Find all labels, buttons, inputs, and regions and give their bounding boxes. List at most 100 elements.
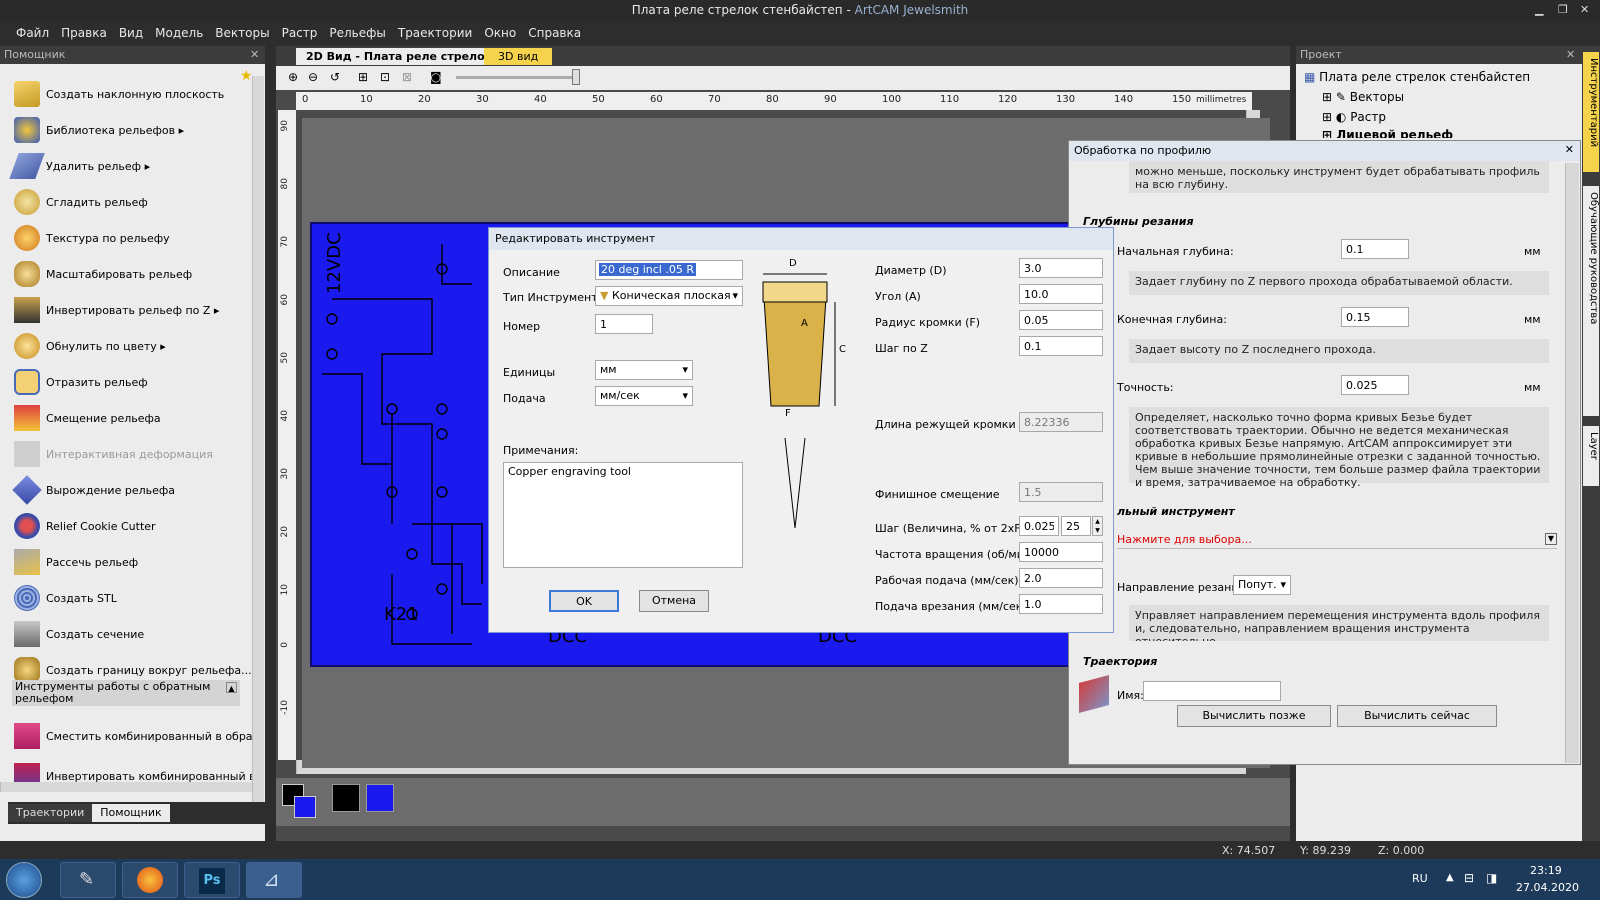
taskbar-photoshop[interactable]: Ps (184, 862, 240, 898)
network-icon[interactable]: ⊟ (1464, 871, 1474, 885)
menu-model[interactable]: Модель (149, 22, 209, 40)
stepdown-input[interactable] (1019, 336, 1103, 356)
list-item[interactable]: Сместить комбинированный в обратный (0, 718, 252, 754)
project-tree-item-relief[interactable]: ⊞ Лицевой рельеф (1322, 128, 1453, 138)
plunge-rate-input[interactable] (1019, 594, 1103, 614)
number-input[interactable] (595, 314, 653, 334)
units-select[interactable]: мм (595, 360, 693, 380)
taskbar-artcam[interactable]: ⊿ (246, 862, 302, 898)
menu-window[interactable]: Окно (478, 22, 522, 40)
menu-reliefs[interactable]: Рельефы (323, 22, 391, 40)
clock-time[interactable]: 23:19 (1530, 864, 1562, 877)
start-button[interactable] (6, 862, 42, 898)
toolpath-name-input[interactable] (1143, 681, 1281, 701)
ok-button[interactable]: OK (549, 590, 619, 612)
taskbar-notepad[interactable]: ✎ (60, 862, 116, 898)
close-icon[interactable]: ✕ (1566, 48, 1575, 61)
radius-marker: F (785, 408, 791, 419)
menu-toolpaths[interactable]: Траектории (392, 22, 478, 40)
tolerance-input[interactable] (1341, 375, 1409, 395)
side-tab-tutorials[interactable]: Обучающие руководства (1583, 186, 1599, 416)
menu-help[interactable]: Справка (522, 22, 587, 40)
restore-button[interactable]: ❐ (1558, 3, 1568, 16)
list-item[interactable]: Создать наклонную плоскость (0, 76, 252, 112)
list-item[interactable]: Relief Cookie Cutter (0, 508, 252, 544)
list-item[interactable]: Масштабировать рельеф (0, 256, 252, 292)
taskbar-firefox[interactable] (122, 862, 178, 898)
side-tab-layer[interactable]: Layer (1583, 426, 1599, 486)
collapse-icon[interactable]: ▲ (226, 682, 237, 693)
menu-vectors[interactable]: Векторы (209, 22, 275, 40)
zoom-slider-track[interactable] (456, 76, 576, 79)
tab-2d-view[interactable]: 2D Вид - Плата реле стрелок (296, 48, 503, 65)
start-depth-input[interactable] (1341, 239, 1409, 259)
side-tab-toolbox[interactable]: Инструментарий (1583, 52, 1599, 172)
project-tree-item-vectors[interactable]: ⊞ ✎ Векторы (1322, 90, 1404, 104)
clock-date[interactable]: 27.04.2020 (1516, 881, 1579, 894)
zoom-fit-icon[interactable]: ⊡ (380, 70, 390, 84)
end-depth-input[interactable] (1341, 307, 1409, 327)
tab-3d-view[interactable]: 3D вид (484, 48, 553, 65)
assistant-hscrollbar[interactable] (0, 782, 252, 792)
group-header[interactable]: Инструменты работы с обратным рельефом ▲ (12, 680, 240, 706)
list-item[interactable]: Отразить рельеф (0, 364, 252, 400)
tray-expand-icon[interactable]: ▲ (1446, 872, 1454, 883)
secondary-color-swatch[interactable] (294, 796, 316, 818)
menu-file[interactable]: Файл (10, 22, 55, 40)
menu-edit[interactable]: Правка (55, 22, 113, 40)
calculate-now-button[interactable]: Вычислить сейчас (1337, 705, 1497, 727)
list-item[interactable]: Удалить рельеф ▸ (0, 148, 252, 184)
list-item[interactable]: Инвертировать рельеф по Z ▸ (0, 292, 252, 328)
list-item[interactable]: Обнулить по цвету ▸ (0, 328, 252, 364)
zoom-out-icon[interactable]: ⊖ (308, 70, 318, 84)
cancel-button[interactable]: Отмена (639, 590, 709, 612)
list-item[interactable]: Смещение рельефа (0, 400, 252, 436)
notes-textarea[interactable]: Copper engraving tool (503, 462, 743, 568)
profile-scrollbar[interactable] (1565, 163, 1579, 763)
list-item[interactable]: Текстура по рельефу (0, 220, 252, 256)
snapshot-icon[interactable]: ◙ (430, 70, 442, 84)
angle-input[interactable] (1019, 284, 1103, 304)
menu-view[interactable]: Вид (113, 22, 149, 40)
list-item[interactable]: Рассечь рельеф (0, 544, 252, 580)
close-icon[interactable]: ✕ (250, 48, 259, 61)
list-item[interactable]: Создать STL (0, 580, 252, 616)
select-tool-link[interactable]: Нажмите для выбора... (1117, 529, 1557, 549)
zoom-in-icon[interactable]: ⊕ (288, 70, 298, 84)
tip-radius-input[interactable] (1019, 310, 1103, 330)
expand-icon[interactable]: ▼ (1545, 533, 1557, 545)
stepover-spinner-icon[interactable]: ▲ ▼ (1092, 516, 1103, 536)
volume-icon[interactable]: ◨ (1486, 871, 1497, 885)
color-swatch-black[interactable] (332, 784, 360, 812)
feed-rate-input[interactable] (1019, 568, 1103, 588)
close-icon[interactable]: ✕ (1565, 143, 1574, 156)
tool-type-select[interactable]: ▼ Коническая плоская (595, 286, 743, 306)
tab-assistant[interactable]: Помощник (92, 804, 170, 822)
zoom-previous-icon[interactable]: ↺ (330, 70, 340, 84)
smooth-relief-icon (14, 189, 40, 215)
spindle-speed-input[interactable] (1019, 542, 1103, 562)
project-tree-root[interactable]: ▦ Плата реле стрелок стенбайстеп (1304, 70, 1530, 84)
zoom-box-icon[interactable]: ⊞ (358, 70, 368, 84)
language-indicator[interactable]: RU (1412, 872, 1428, 885)
status-y: Y: 89.239 (1300, 844, 1351, 857)
project-tree-item-raster[interactable]: ⊞ ◐ Растр (1322, 110, 1386, 124)
cut-direction-select[interactable]: Попут. (1233, 575, 1291, 595)
calculate-later-button[interactable]: Вычислить позже (1177, 705, 1331, 727)
list-item[interactable]: Сгладить рельеф (0, 184, 252, 220)
stepover-input[interactable] (1019, 516, 1059, 536)
feed-select[interactable]: мм/сек (595, 386, 693, 406)
list-item[interactable]: Создать сечение (0, 616, 252, 652)
assistant-scrollbar[interactable] (252, 76, 264, 806)
tab-toolpaths[interactable]: Траектории (8, 804, 93, 822)
zoom-all-icon[interactable]: ⊠ (402, 70, 412, 84)
close-button[interactable]: ✕ (1580, 3, 1589, 16)
minimize-button[interactable]: ▁ (1535, 3, 1543, 16)
diameter-input[interactable] (1019, 258, 1103, 278)
list-item[interactable]: Библиотека рельефов ▸ (0, 112, 252, 148)
menu-raster[interactable]: Растр (276, 22, 324, 40)
zoom-slider-handle[interactable] (572, 69, 580, 85)
stepover-percent-input[interactable] (1061, 516, 1091, 536)
color-swatch-blue[interactable] (366, 784, 394, 812)
list-item[interactable]: Вырождение рельефа (0, 472, 252, 508)
